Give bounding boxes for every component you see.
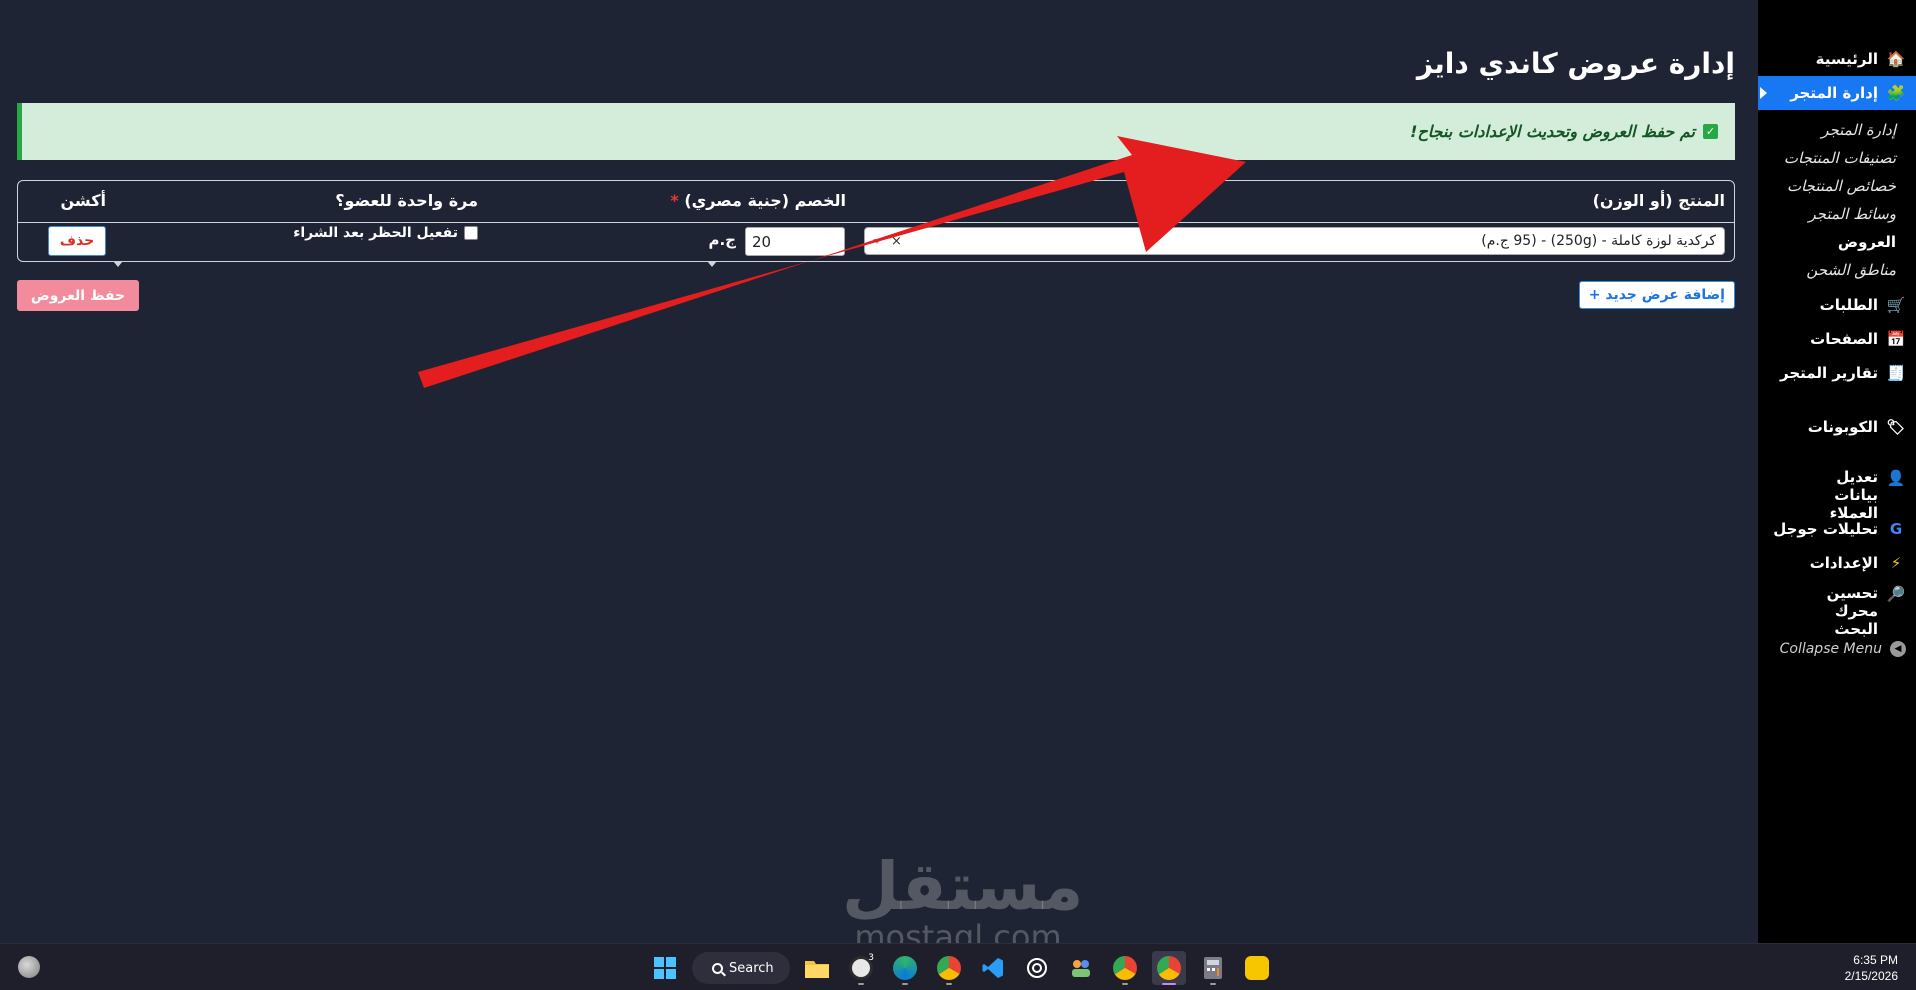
- sidebar-item-label: تحليلات جوجل: [1773, 520, 1878, 538]
- header-discount-label: الخصم (جنية مصري): [684, 191, 846, 210]
- success-alert: ✓ تم حفظ العروض وتحديث الإعدادات بنجاح!: [17, 103, 1735, 160]
- sidebar-item-orders[interactable]: 🛒 الطلبات: [1758, 288, 1916, 322]
- sidebar-submenu: إدارة المتجر تصنيفات المنتجات خصائص المن…: [1758, 110, 1916, 288]
- search-icon: [712, 962, 723, 974]
- whatsapp-icon[interactable]: 3: [844, 951, 878, 985]
- system-clock[interactable]: 6:35 PM 2/15/2026: [1845, 952, 1898, 984]
- main-content: إدارة عروض كاندي دايز ✓ تم حفظ العروض وت…: [17, 0, 1735, 311]
- running-indicator: [946, 983, 952, 985]
- sidebar-item-pages[interactable]: 📅 الصفحات: [1758, 322, 1916, 356]
- sidebar-item-seo[interactable]: 🔎 تحسين محرك البحث: [1758, 580, 1916, 638]
- sidebar-item-reports[interactable]: 🧾 تقارير المتجر: [1758, 356, 1916, 390]
- file-explorer-icon[interactable]: [800, 951, 834, 985]
- sidebar-item-edit-customers[interactable]: 👤 تعديل بيانات العملاء: [1758, 464, 1916, 522]
- header-product: المنتج (أو الوزن): [1592, 191, 1725, 210]
- sidebar-item-coupons[interactable]: 🏷 الكوبونات: [1758, 410, 1916, 444]
- sidebar-item-label: الإعدادات: [1809, 554, 1878, 572]
- report-icon: 🧾: [1886, 364, 1906, 382]
- sidebar-item-label: الرئيسية: [1815, 50, 1878, 68]
- collapse-arrow-icon: ◀: [1890, 641, 1906, 657]
- watermark: مستقل mostaql.com: [842, 848, 1084, 954]
- header-divider: [18, 222, 1734, 223]
- weather-icon[interactable]: [18, 956, 40, 978]
- header-discount: الخصم (جنية مصري) *: [670, 191, 846, 210]
- running-indicator: [1162, 983, 1176, 985]
- submenu-product-attributes[interactable]: خصائص المنتجات: [1758, 172, 1906, 200]
- chrome-active-icon[interactable]: [1152, 951, 1186, 985]
- add-offer-button[interactable]: إضافة عرض جديد +: [1578, 281, 1735, 309]
- chevron-down-icon[interactable]: [873, 238, 881, 244]
- lightning-icon: ⚡: [1890, 554, 1902, 572]
- clock-time: 6:35 PM: [1853, 953, 1898, 967]
- calendar-icon: 📅: [1886, 330, 1906, 348]
- anydesk-icon[interactable]: [1240, 951, 1274, 985]
- chrome-profile-icon[interactable]: [1108, 951, 1142, 985]
- sidebar-item-store-management[interactable]: 🧩 إدارة المتجر: [1758, 76, 1916, 110]
- product-select[interactable]: كركدية لوزة كاملة - (250g) - (95 ج.م) ×: [864, 227, 1725, 255]
- magnifier-icon: 🔎: [1886, 585, 1906, 603]
- header-once-per-member: مرة واحدة للعضو؟: [335, 191, 478, 210]
- people-app-icon[interactable]: [1064, 951, 1098, 985]
- vscode-icon[interactable]: [976, 951, 1010, 985]
- running-indicator: [1122, 983, 1128, 985]
- once-per-member-checkbox[interactable]: [464, 226, 478, 240]
- puzzle-icon: 🧩: [1886, 84, 1906, 102]
- sidebar-item-home[interactable]: 🏠 الرئيسية: [1758, 42, 1916, 76]
- sidebar-item-label: تعديل بيانات العملاء: [1829, 468, 1878, 522]
- taskbar-search-button[interactable]: Search: [692, 952, 790, 984]
- once-per-member-label: تفعيل الحظر بعد الشراء: [293, 225, 458, 241]
- taskbar-apps: Search 3: [648, 951, 1274, 985]
- sidebar: 🏠 الرئيسية 🧩 إدارة المتجر إدارة المتجر ت…: [1758, 0, 1916, 943]
- submenu-store-media[interactable]: وسائط المتجر: [1758, 200, 1906, 228]
- column-marker: [113, 261, 123, 267]
- check-icon: ✓: [1703, 124, 1718, 139]
- sidebar-item-label: الصفحات: [1810, 330, 1878, 348]
- clock-date: 2/15/2026: [1844, 969, 1898, 983]
- success-alert-text: تم حفظ العروض وتحديث الإعدادات بنجاح!: [1410, 122, 1695, 141]
- chatgpt-icon[interactable]: [1020, 951, 1054, 985]
- calculator-icon[interactable]: [1196, 951, 1230, 985]
- product-select-value: كركدية لوزة كاملة - (250g) - (95 ج.م): [1481, 233, 1716, 249]
- user-edit-icon: 👤: [1886, 469, 1906, 487]
- offers-table: المنتج (أو الوزن) الخصم (جنية مصري) * مر…: [17, 180, 1735, 267]
- discount-input[interactable]: [745, 227, 845, 256]
- currency-label: ج.م: [708, 231, 736, 249]
- cart-icon: 🛒: [1886, 296, 1906, 314]
- chrome-icon[interactable]: [932, 951, 966, 985]
- running-indicator: [858, 983, 864, 985]
- sidebar-item-settings[interactable]: ⚡ الإعدادات: [1758, 546, 1916, 580]
- header-action: أكشن: [60, 191, 106, 210]
- column-marker: [707, 261, 717, 267]
- running-indicator: [902, 983, 908, 985]
- coupon-icon: 🏷: [1886, 418, 1906, 436]
- sidebar-item-label: الطلبات: [1819, 296, 1878, 314]
- submenu-shipping-zones[interactable]: مناطق الشحن: [1758, 256, 1906, 284]
- save-offers-button[interactable]: حفظ العروض: [17, 280, 139, 311]
- submenu-product-categories[interactable]: تصنيفات المنتجات: [1758, 144, 1906, 172]
- delete-offer-button[interactable]: حذف: [48, 226, 106, 256]
- running-indicator: [1210, 983, 1216, 985]
- clear-selection-icon[interactable]: ×: [891, 234, 902, 249]
- taskbar: Search 3 6:35 PM 2/15/2026: [0, 943, 1916, 990]
- sidebar-item-label: تحسين محرك البحث: [1826, 584, 1878, 638]
- submenu-store-management[interactable]: إدارة المتجر: [1758, 116, 1906, 144]
- once-per-member-toggle[interactable]: تفعيل الحظر بعد الشراء: [293, 225, 478, 241]
- required-asterisk: *: [670, 191, 679, 210]
- whatsapp-badge: 3: [868, 953, 874, 963]
- taskbar-search-label: Search: [729, 960, 774, 976]
- sidebar-item-label: إدارة المتجر: [1790, 84, 1878, 102]
- windows-start-icon[interactable]: [648, 951, 682, 985]
- submenu-offers[interactable]: العروض: [1758, 228, 1906, 256]
- edge-icon[interactable]: [888, 951, 922, 985]
- house-icon: 🏠: [1886, 50, 1906, 68]
- collapse-menu-label: Collapse Menu: [1779, 641, 1882, 657]
- google-icon: G: [1889, 520, 1903, 538]
- sidebar-item-label: الكوبونات: [1807, 418, 1878, 436]
- watermark-arabic: مستقل: [842, 848, 1084, 925]
- page-title: إدارة عروض كاندي دايز: [1416, 47, 1735, 80]
- sidebar-item-label: تقارير المتجر: [1780, 364, 1878, 382]
